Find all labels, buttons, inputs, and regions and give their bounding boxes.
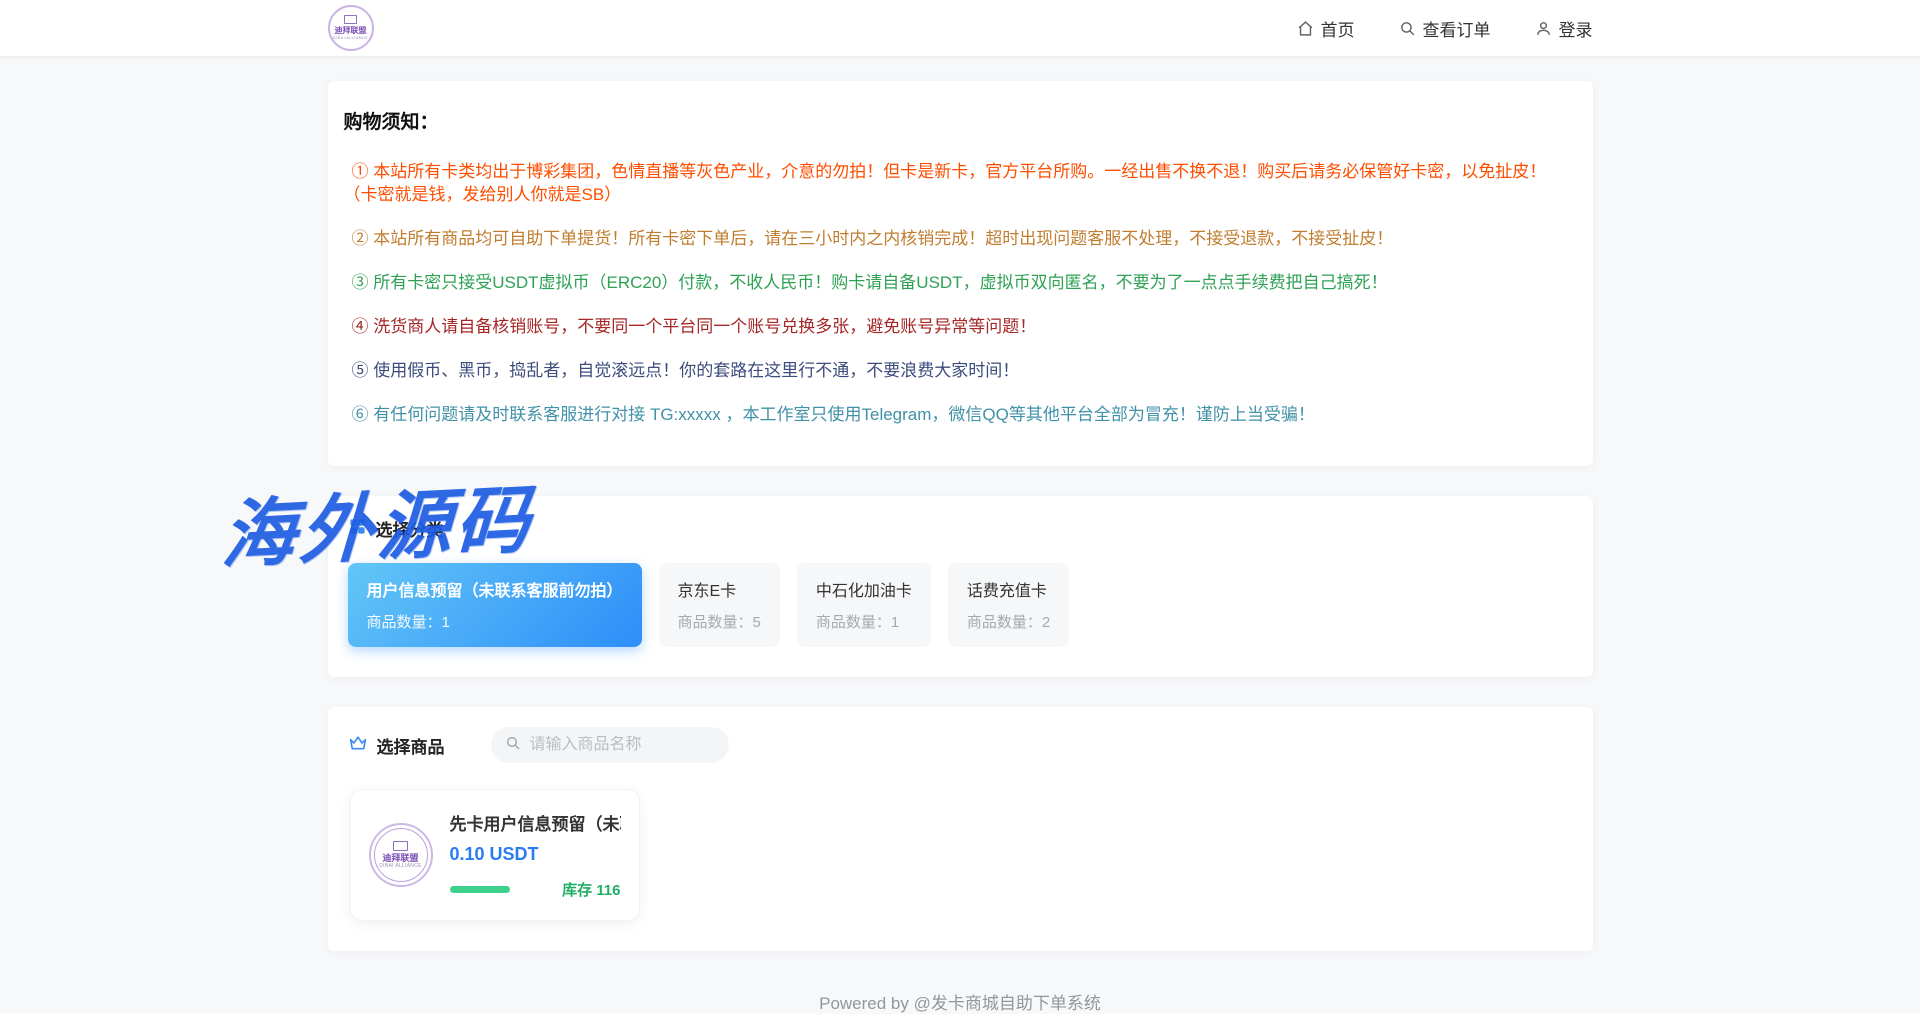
product-section: 选择商品 迪拜联盟 DIBAI ALLIANCE 先卡用户信息预留（ — [328, 707, 1593, 951]
category-card-sinopec[interactable]: 中石化加油卡 商品数量：1 — [797, 563, 931, 647]
category-name: 话费充值卡 — [967, 577, 1050, 601]
category-card-jd-ecard[interactable]: 京东E卡 商品数量：5 — [659, 563, 780, 647]
category-name: 京东E卡 — [678, 577, 761, 601]
user-icon — [1535, 20, 1552, 37]
crown-icon — [348, 734, 368, 757]
product-title: 先卡用户信息预留（未联... — [450, 810, 621, 835]
notice-title: 购物须知： — [344, 107, 1577, 134]
category-card-user-info[interactable]: 用户信息预留（未联系客服前勿拍） 商品数量：1 — [348, 563, 642, 647]
product-search-input[interactable] — [530, 736, 715, 754]
category-list: 用户信息预留（未联系客服前勿拍） 商品数量：1 京东E卡 商品数量：5 中石化加… — [348, 563, 1573, 647]
stock-label: 库存 116 — [562, 879, 620, 900]
product-logo-title: 迪拜联盟 — [382, 854, 418, 863]
category-name: 用户信息预留（未联系客服前勿拍） — [367, 577, 623, 601]
home-icon — [1297, 20, 1314, 37]
logo-title: 迪拜联盟 — [335, 26, 367, 35]
category-section-title: 选择分类 — [376, 516, 444, 541]
nav-login[interactable]: 登录 — [1535, 16, 1593, 41]
nav-login-label: 登录 — [1559, 16, 1593, 41]
notice-item-6: ⑥ 有任何问题请及时联系客服进行对接 TG:xxxxx ，本工作室只使用Tele… — [344, 403, 1577, 426]
product-card[interactable]: 迪拜联盟 DIBAI ALLIANCE 先卡用户信息预留（未联... 0.10 … — [350, 789, 640, 921]
notice-item-5: ⑤ 使用假币、黑币，捣乱者，自觉滚远点！你的套路在这里行不通，不要浪费大家时间！ — [344, 359, 1577, 382]
category-count: 商品数量：5 — [678, 611, 761, 632]
footer-text: Powered by @发卡商城自助下单系统 — [328, 989, 1593, 1014]
category-name: 中石化加油卡 — [816, 577, 912, 601]
top-navbar: 迪拜联盟 DIBAI ALLIANCE 首页 查看订单 登录 — [0, 0, 1920, 57]
notice-item-1: ① 本站所有卡类均出于博彩集团，色情直播等灰色产业，介意的勿拍！但卡是新卡，官方… — [344, 160, 1577, 206]
logo-monitor-icon — [393, 841, 408, 851]
category-count: 商品数量：1 — [816, 611, 912, 632]
product-logo: 迪拜联盟 DIBAI ALLIANCE — [369, 823, 433, 887]
category-card-phone-credit[interactable]: 话费充值卡 商品数量：2 — [948, 563, 1069, 647]
product-section-title: 选择商品 — [377, 733, 445, 758]
shopping-notice-panel: 购物须知： ① 本站所有卡类均出于博彩集团，色情直播等灰色产业，介意的勿拍！但卡… — [328, 81, 1593, 466]
stock-progress-bar — [450, 886, 510, 893]
product-price: 0.10 USDT — [450, 844, 621, 865]
notice-item-3: ③ 所有卡密只接受USDT虚拟币（ERC20）付款，不收人民币！购卡请自备USD… — [344, 271, 1577, 294]
product-search-box — [491, 727, 729, 763]
category-section: 选择分类 用户信息预留（未联系客服前勿拍） 商品数量：1 京东E卡 商品数量：5… — [328, 496, 1593, 677]
nav-view-orders[interactable]: 查看订单 — [1399, 16, 1491, 41]
notice-item-2: ② 本站所有商品均可自助下单提货！所有卡密下单后，请在三小时内之内核销完成！超时… — [344, 227, 1577, 250]
search-icon — [1399, 20, 1416, 37]
logo-subtitle: DIBAI ALLIANCE — [333, 35, 368, 41]
grid-icon — [348, 517, 367, 541]
product-list: 迪拜联盟 DIBAI ALLIANCE 先卡用户信息预留（未联... 0.10 … — [348, 789, 1573, 921]
nav-home-label: 首页 — [1321, 16, 1355, 41]
search-icon — [505, 735, 521, 756]
main-nav: 首页 查看订单 登录 — [1297, 16, 1593, 41]
logo-monitor-icon — [344, 15, 357, 24]
nav-home[interactable]: 首页 — [1297, 16, 1355, 41]
site-logo[interactable]: 迪拜联盟 DIBAI ALLIANCE — [328, 5, 374, 51]
product-logo-subtitle: DIBAI ALLIANCE — [379, 863, 422, 869]
category-count: 商品数量：1 — [367, 611, 623, 632]
nav-view-orders-label: 查看订单 — [1423, 16, 1491, 41]
notice-item-4: ④ 洗货商人请自备核销账号，不要同一个平台同一个账号兑换多张，避免账号异常等问题… — [344, 315, 1577, 338]
category-count: 商品数量：2 — [967, 611, 1050, 632]
